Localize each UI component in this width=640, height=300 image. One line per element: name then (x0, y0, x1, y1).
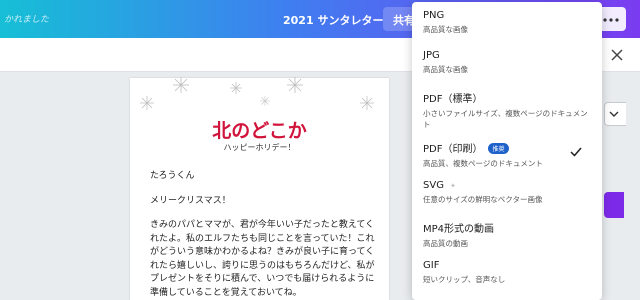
more-horizontal-icon (603, 18, 619, 22)
letter-subtitle: ハッピーホリデー！ (223, 143, 296, 152)
letter-paragraph: メリークリスマス！ (150, 195, 231, 206)
option-desc: 高品質、複数ページのドキュメント (423, 159, 543, 168)
document-title[interactable]: 2021 サンタレター (283, 12, 383, 28)
option-name: SVG ✦ (423, 180, 602, 191)
option-gif[interactable]: GIF 短いクリップ、音声なし (412, 260, 602, 300)
file-type-dropdown: PNG 高品質な画像 JPG 高品質な画像 PDF（標準） 小さいファイルサイズ… (412, 2, 602, 300)
snowflake-icon (287, 77, 303, 93)
letter-paragraph: きみのパパとママが、君が今年いい子だったと教えてくれたよ。私のエルフたちも同じこ… (150, 220, 375, 298)
option-name: MP4形式の動画 (423, 224, 495, 235)
sparkle-icon: ✦ (449, 182, 456, 190)
save-status-text: かれました (4, 15, 50, 25)
close-icon[interactable] (609, 47, 625, 63)
letter-title: 北のどこか (212, 120, 307, 142)
option-mp4[interactable]: MP4形式の動画 高品質の動画 (412, 220, 602, 260)
option-name-text: SVG (423, 180, 444, 191)
recommended-badge: 推奨 (488, 143, 509, 154)
option-desc: 高品質な画像 (423, 65, 468, 74)
option-pdf-print[interactable]: PDF（印刷） 推奨 高品質、複数ページのドキュメント (412, 140, 602, 180)
letter-body: たろうくん メリークリスマス！ きみのパパとママが、君が今年いい子だったと教えて… (150, 170, 375, 300)
letter-page[interactable]: 北のどこか ハッピーホリデー！ たろうくん メリークリスマス！ きみのパパとママ… (130, 77, 389, 300)
letter-greeting: たろうくん (150, 171, 195, 181)
option-name-text: PDF（印刷） (423, 144, 483, 155)
option-svg[interactable]: SVG ✦ 任意のサイズの鮮明なベクター画像 (412, 180, 602, 220)
option-name: PNG (423, 10, 445, 21)
option-jpg[interactable]: JPG 高品質な画像 (412, 50, 602, 90)
option-desc: 高品質の動画 (423, 239, 468, 248)
snowflake-icon (173, 77, 189, 93)
snowflake-icon (230, 82, 242, 94)
snowflake-icon (360, 96, 374, 110)
chevron-down-icon (609, 111, 619, 117)
option-name: GIF (423, 260, 440, 271)
check-icon (570, 147, 582, 157)
download-button[interactable] (604, 192, 624, 218)
option-name: JPG (423, 50, 440, 61)
option-name: PDF（標準） (423, 94, 483, 105)
option-desc: 小さいファイルサイズ、複数ページのドキュメント (423, 109, 588, 129)
option-desc: 任意のサイズの鮮明なベクター画像 (423, 195, 543, 204)
option-pdf-standard[interactable]: PDF（標準） 小さいファイルサイズ、複数ページのドキュメント (412, 90, 602, 130)
option-png[interactable]: PNG 高品質な画像 (412, 10, 602, 50)
file-type-select[interactable] (604, 102, 626, 126)
snowflake-icon (260, 96, 270, 106)
option-desc: 短いクリップ、音声なし (423, 275, 506, 284)
snowflake-icon (140, 96, 154, 110)
option-desc: 高品質な画像 (423, 25, 468, 34)
